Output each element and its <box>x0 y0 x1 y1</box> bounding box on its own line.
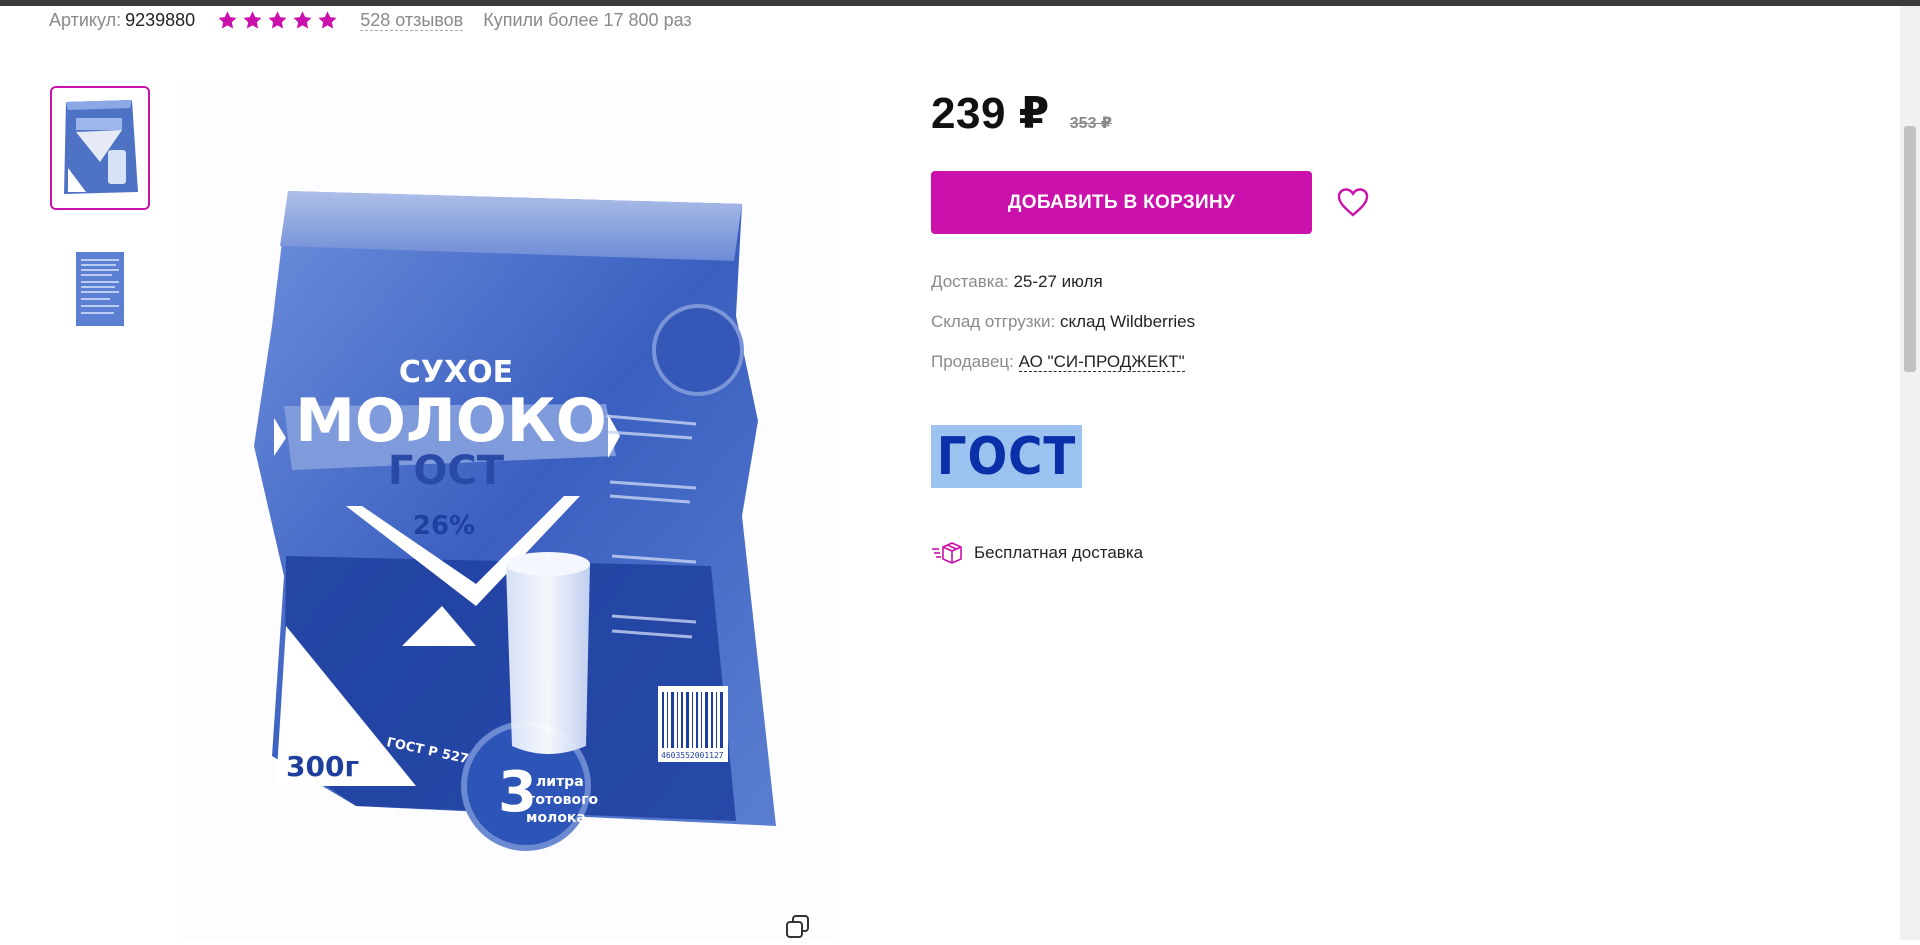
zoom-icon[interactable] <box>783 913 813 940</box>
thumbnail-back[interactable] <box>50 234 150 358</box>
old-price: 353 ₽ <box>1069 115 1113 132</box>
thumbnail-back-image <box>52 236 148 356</box>
reviews-link[interactable]: 528 отзывов <box>360 10 464 31</box>
delivery-label: Доставка: <box>931 272 1009 291</box>
star-icon <box>317 10 338 31</box>
main-product-image[interactable]: СУХОЕ МОЛОКО ГОСТ 26% 300г ГОСТ Р 52791-… <box>176 86 840 940</box>
thumbnail-package-image <box>52 88 148 208</box>
star-icon <box>217 10 238 31</box>
browser-top-edge <box>0 0 1920 6</box>
delivery-value: 25-27 июля <box>1013 272 1103 291</box>
warehouse-info: Склад отгрузки: склад Wildberries <box>931 312 1195 332</box>
package-liters-text1: литра <box>536 774 584 790</box>
thumbnail-package[interactable] <box>50 86 150 210</box>
package-line2: МОЛОКО <box>295 386 607 456</box>
add-to-cart-button[interactable]: ДОБАВИТЬ В КОРЗИНУ <box>931 171 1312 234</box>
seller-link[interactable]: АО "СИ-ПРОДЖЕКТ" <box>1018 352 1185 372</box>
milk-package-illustration: СУХОЕ МОЛОКО ГОСТ 26% 300г ГОСТ Р 52791-… <box>254 191 776 851</box>
seller-info: Продавец: АО "СИ-ПРОДЖЕКТ" <box>931 352 1185 372</box>
delivery-info: Доставка: 25-27 июля <box>931 272 1103 292</box>
package-liters-text3: молока <box>526 810 586 826</box>
package-barcode: 4603552001127 <box>661 751 724 760</box>
warehouse-value: склад Wildberries <box>1059 312 1196 331</box>
price-block: 239 ₽ 353 ₽ <box>931 88 1112 139</box>
warehouse-label: Склад отгрузки: <box>931 312 1056 331</box>
star-icon <box>242 10 263 31</box>
product-meta: Артикул: 9239880 528 отзывов Купили боле… <box>49 8 692 32</box>
seller-label: Продавец: <box>931 352 1014 371</box>
package-line3: ГОСТ <box>388 448 505 494</box>
rating-stars <box>217 10 338 31</box>
gost-badge-text: ГОСТ <box>936 426 1077 487</box>
free-shipping-label: Бесплатная доставка <box>974 543 1144 562</box>
free-shipping: Бесплатная доставка <box>931 541 1143 565</box>
bought-count: Купили более 17 800 раз <box>483 9 692 30</box>
package-weight: 300г <box>286 750 359 783</box>
star-icon <box>267 10 288 31</box>
article-value: 9239880 <box>125 9 196 30</box>
favorite-heart-icon[interactable] <box>1335 185 1371 219</box>
scrollbar-thumb[interactable] <box>1904 126 1916 372</box>
package-fat: 26% <box>413 511 475 541</box>
package-liters-text2: готового <box>528 792 598 808</box>
package-line1: СУХОЕ <box>399 355 513 390</box>
current-price: 239 ₽ <box>931 89 1050 138</box>
delivery-box-icon <box>931 541 965 565</box>
page-scrollbar[interactable] <box>1900 6 1920 940</box>
article-label: Артикул: <box>49 9 122 30</box>
star-icon <box>292 10 313 31</box>
gost-badge: ГОСТ <box>931 425 1082 488</box>
